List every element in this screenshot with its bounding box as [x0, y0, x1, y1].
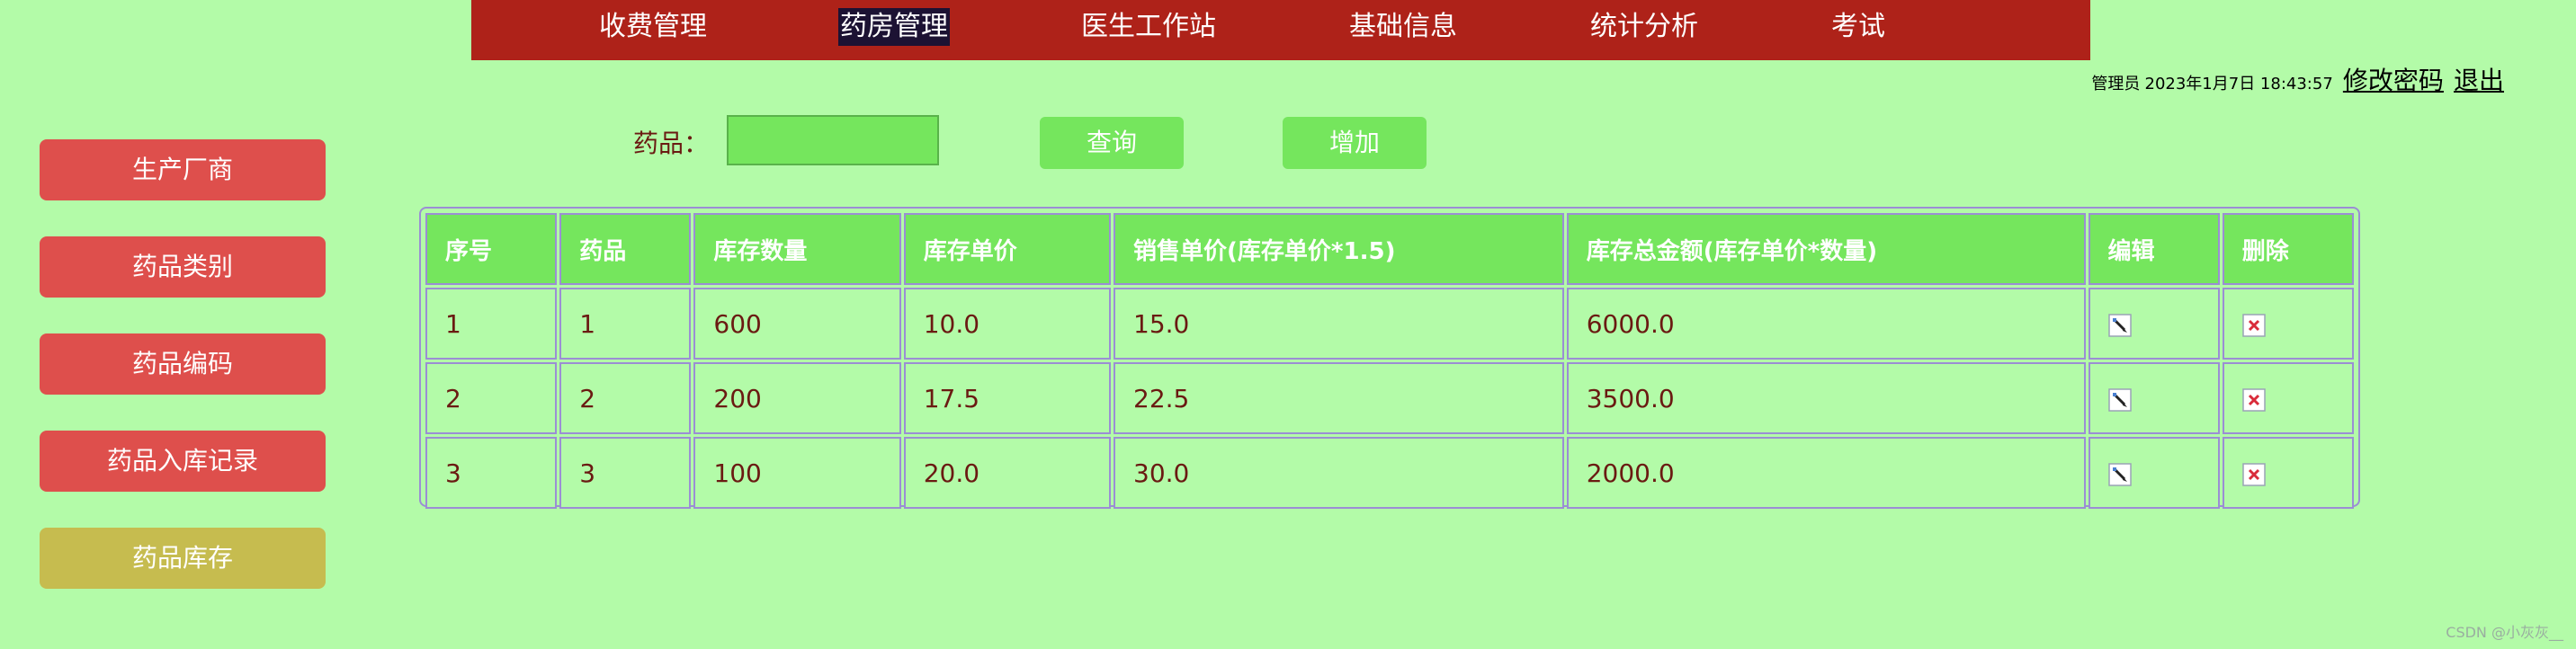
sidebar-item-manufacturer[interactable]: 生产厂商	[40, 139, 326, 200]
cell-stock-total-amount: 2000.0	[1566, 437, 2086, 509]
cell-serial-no: 2	[425, 362, 558, 434]
red-x-delete-icon[interactable]	[2242, 313, 2266, 337]
table-header-row: 序号 药品 库存数量 库存单价 销售单价(库存单价*1.5) 库存总金额(库存单…	[425, 213, 2354, 285]
cell-edit	[2088, 362, 2220, 434]
inventory-table-container: 序号 药品 库存数量 库存单价 销售单价(库存单价*1.5) 库存总金额(库存单…	[419, 207, 2360, 509]
drug-search-label: 药品：	[633, 129, 710, 158]
sidebar-item-stock-in-records[interactable]: 药品入库记录	[40, 431, 326, 492]
cell-stock-quantity: 100	[693, 437, 901, 509]
header-serial-no: 序号	[425, 213, 558, 285]
top-nav-bar: 收费管理 药房管理 医生工作站 基础信息 统计分析 考试	[471, 0, 2090, 60]
nav-item-statistics[interactable]: 统计分析	[1588, 8, 1700, 46]
header-drug: 药品	[559, 213, 692, 285]
cell-sale-unit-price: 15.0	[1114, 288, 1564, 360]
logout-link[interactable]: 退出	[2454, 66, 2504, 95]
nav-item-doctor-workstation[interactable]: 医生工作站	[1079, 8, 1218, 46]
cell-delete	[2222, 288, 2354, 360]
cell-drug: 1	[559, 288, 692, 360]
cell-serial-no: 1	[425, 288, 558, 360]
cell-stock-unit-price: 10.0	[903, 288, 1112, 360]
cell-stock-unit-price: 17.5	[903, 362, 1112, 434]
table-row: 1 1 600 10.0 15.0 6000.0	[425, 288, 2354, 360]
cell-edit	[2088, 437, 2220, 509]
inventory-table: 序号 药品 库存数量 库存单价 销售单价(库存单价*1.5) 库存总金额(库存单…	[423, 210, 2357, 511]
nav-item-billing[interactable]: 收费管理	[597, 8, 709, 46]
cell-sale-unit-price: 30.0	[1114, 437, 1564, 509]
cell-stock-unit-price: 20.0	[903, 437, 1112, 509]
cell-edit	[2088, 288, 2220, 360]
header-edit: 编辑	[2088, 213, 2220, 285]
header-stock-quantity: 库存数量	[693, 213, 901, 285]
csdn-watermark: CSDN @小灰灰__	[2446, 624, 2563, 641]
cell-stock-total-amount: 3500.0	[1566, 362, 2086, 434]
current-datetime: 2023年1月7日 18:43:57	[2144, 75, 2333, 93]
cell-drug: 2	[559, 362, 692, 434]
red-x-delete-icon[interactable]	[2242, 462, 2266, 486]
user-role: 管理员	[2091, 75, 2141, 93]
table-row: 3 3 100 20.0 30.0 2000.0	[425, 437, 2354, 509]
header-sale-unit-price: 销售单价(库存单价*1.5)	[1114, 213, 1564, 285]
pencil-edit-icon[interactable]	[2107, 313, 2132, 337]
cell-delete	[2222, 437, 2354, 509]
header-delete: 删除	[2222, 213, 2354, 285]
user-info: 管理员 2023年1月7日 18:43:57 修改密码 退出	[2091, 61, 2504, 97]
pencil-edit-icon[interactable]	[2107, 462, 2132, 486]
nav-item-basic-info[interactable]: 基础信息	[1347, 8, 1459, 46]
cell-delete	[2222, 362, 2354, 434]
cell-drug: 3	[559, 437, 692, 509]
nav-item-pharmacy[interactable]: 药房管理	[838, 8, 950, 46]
sidebar-item-drug-code[interactable]: 药品编码	[40, 333, 326, 395]
cell-sale-unit-price: 22.5	[1114, 362, 1564, 434]
red-x-delete-icon[interactable]	[2242, 387, 2266, 412]
cell-serial-no: 3	[425, 437, 558, 509]
pencil-edit-icon[interactable]	[2107, 387, 2132, 412]
drug-search-input[interactable]	[727, 115, 939, 165]
query-button[interactable]: 查询	[1040, 117, 1184, 169]
cell-stock-total-amount: 6000.0	[1566, 288, 2086, 360]
add-button[interactable]: 增加	[1283, 117, 1427, 169]
nav-item-exam[interactable]: 考试	[1829, 8, 1887, 46]
sidebar-item-drug-category[interactable]: 药品类别	[40, 236, 326, 298]
header-stock-total-amount: 库存总金额(库存单价*数量)	[1566, 213, 2086, 285]
table-row: 2 2 200 17.5 22.5 3500.0	[425, 362, 2354, 434]
header-stock-unit-price: 库存单价	[903, 213, 1112, 285]
cell-stock-quantity: 600	[693, 288, 901, 360]
sidebar-item-drug-inventory[interactable]: 药品库存	[40, 528, 326, 589]
cell-stock-quantity: 200	[693, 362, 901, 434]
change-password-link[interactable]: 修改密码	[2343, 66, 2444, 95]
